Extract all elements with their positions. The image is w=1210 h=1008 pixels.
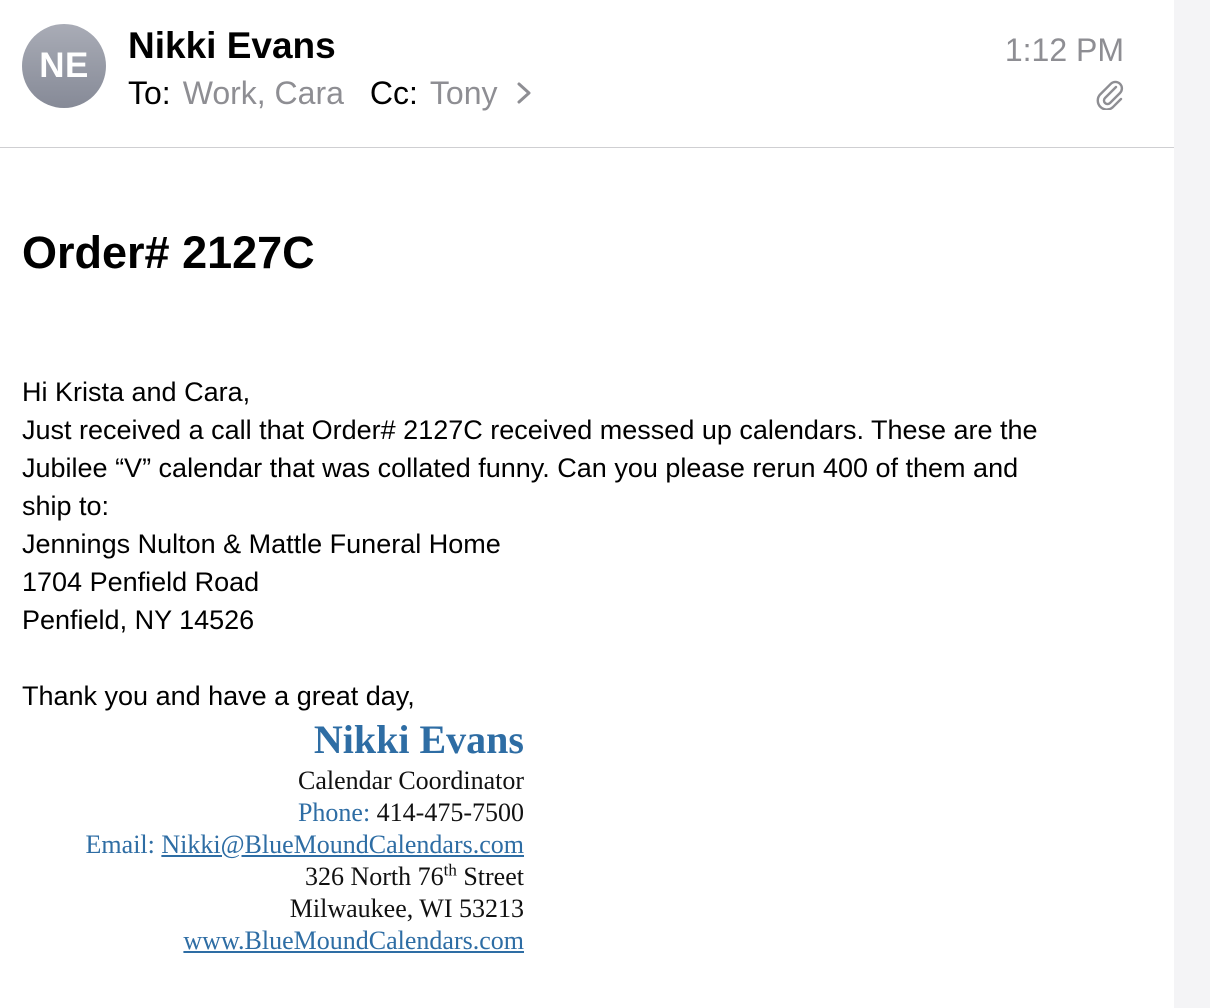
phone-label: Phone: [297,798,371,827]
email-label: Email: [85,830,155,859]
email-link[interactable]: Nikki@BlueMoundCalendars.com [161,830,524,859]
cc-recipients[interactable]: Tony [430,72,498,114]
recipients-line[interactable]: To: Work, Cara Cc: Tony [128,72,536,114]
body-line: ship to: [22,491,110,521]
email-body: Hi Krista and Cara, Just received a call… [22,373,1162,639]
body-line: Just received a call that Order# 2127C r… [22,415,1038,445]
website-link[interactable]: www.BlueMoundCalendars.com [183,926,524,955]
avatar-initials: NE [39,46,89,85]
email-subject: Order# 2127C [22,227,315,278]
paperclip-icon[interactable] [1094,78,1124,111]
signature-website: www.BlueMoundCalendars.com [40,925,524,957]
body-line: 1704 Penfield Road [22,567,260,597]
chevron-right-icon[interactable] [512,77,536,109]
message-time: 1:12 PM [1004,32,1124,68]
signature-address: 326 North 76th Street [40,861,524,893]
address-street-word: Street [463,862,524,891]
to-recipients[interactable]: Work, Cara [183,72,344,114]
right-gutter [1174,0,1210,1008]
cc-label: Cc: [369,75,418,111]
avatar[interactable]: NE [22,24,106,108]
to-label: To: [128,75,171,111]
address-street-number: 326 North 76 [304,862,444,891]
signature-title: Calendar Coordinator [298,766,524,795]
body-line: Penfield, NY 14526 [22,605,255,635]
sender-name[interactable]: Nikki Evans [128,24,336,68]
body-line: Jennings Nulton & Mattle Funeral Home [22,529,501,559]
signature-city: Milwaukee, WI 53213 [289,894,524,923]
address-ordinal: th [443,860,457,880]
signature-name: Nikki Evans [313,717,524,762]
email-closing: Thank you and have a great day, [22,681,415,711]
signature-email: Email: Nikki@BlueMoundCalendars.com [40,829,524,861]
message-header: NE Nikki Evans To: Work, Cara Cc: Tony 1… [0,0,1174,148]
phone-number[interactable]: 414-475-7500 [377,798,524,827]
body-line: Hi Krista and Cara, [22,377,251,407]
body-line: Jubilee “V” calendar that was collated f… [22,453,1019,483]
signature-phone: Phone: 414-475-7500 [40,797,524,829]
email-signature: Nikki Evans Calendar Coordinator Phone: … [40,715,524,957]
